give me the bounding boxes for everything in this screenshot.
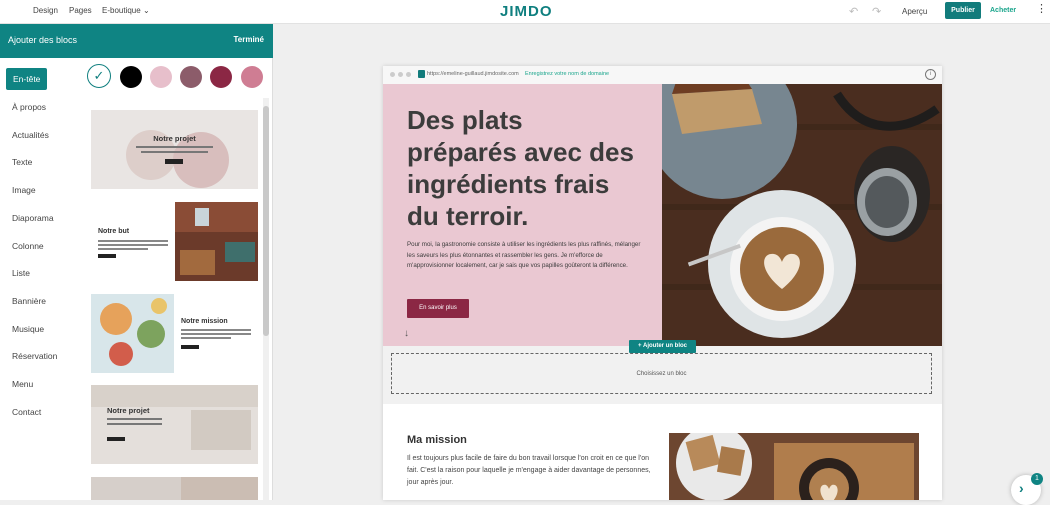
- dishes-photo: [91, 294, 174, 373]
- chevron-down-icon: ⌄: [142, 6, 150, 15]
- thumbnail-title: Notre mission: [181, 318, 228, 325]
- top-bar: Design Pages E-boutique ⌄ JIMDO ↶ ↷ Aper…: [0, 0, 1050, 24]
- register-domain-link[interactable]: Enregistrez votre nom de domaine: [525, 71, 609, 77]
- text-line: [181, 329, 251, 331]
- choose-block-placeholder[interactable]: Choisissez un bloc: [391, 353, 932, 394]
- plus-icon: +: [638, 343, 642, 349]
- food-photo-bg: [91, 110, 258, 189]
- buy-button[interactable]: Acheter: [990, 7, 1016, 14]
- coffee-photo: [662, 84, 942, 346]
- thumbnail-title: Notre but: [98, 228, 130, 235]
- info-icon[interactable]: i: [925, 69, 936, 80]
- text-line: [141, 151, 208, 153]
- category-text[interactable]: Texte: [12, 157, 32, 167]
- thumbnail-button: [165, 159, 183, 164]
- category-news[interactable]: Actualités: [12, 130, 49, 140]
- preview-button[interactable]: Aperçu: [902, 7, 927, 16]
- window-dot: [398, 72, 403, 77]
- publish-button[interactable]: Publier: [945, 2, 981, 19]
- thumbnail-button: [181, 345, 199, 349]
- panel-scrollbar[interactable]: [263, 98, 269, 500]
- swatch-default-selected[interactable]: ✓: [87, 64, 111, 88]
- add-block-button[interactable]: + Ajouter un bloc: [629, 340, 696, 353]
- hero-image[interactable]: [662, 84, 942, 346]
- text-line: [98, 240, 168, 242]
- nav-design[interactable]: Design: [33, 6, 58, 15]
- done-button[interactable]: Terminé: [233, 35, 264, 44]
- redo-icon[interactable]: ↷: [872, 5, 881, 18]
- add-block-label: Ajouter un bloc: [642, 343, 687, 349]
- undo-icon[interactable]: ↶: [849, 5, 858, 18]
- text-line: [107, 418, 162, 420]
- category-column[interactable]: Colonne: [12, 241, 44, 251]
- block-thumbnail-2[interactable]: Notre but: [91, 202, 258, 281]
- empty-block-area: Choisissez un bloc: [383, 346, 942, 404]
- category-list[interactable]: Liste: [12, 268, 30, 278]
- panel-title: Ajouter des blocs: [8, 35, 78, 45]
- block-thumbnail-5[interactable]: [91, 477, 258, 500]
- text-line: [98, 244, 168, 246]
- nav-pages[interactable]: Pages: [69, 6, 92, 15]
- thumbnail-title: Notre projet: [153, 134, 196, 143]
- swatch-pink[interactable]: [150, 66, 172, 88]
- jimdo-logo: JIMDO: [500, 3, 553, 20]
- category-slideshow[interactable]: Diaporama: [12, 213, 54, 223]
- nav-eshop-label: E-boutique: [102, 6, 141, 15]
- swatch-mauve[interactable]: [180, 66, 202, 88]
- thumbnail-title: Notre projet: [107, 406, 150, 415]
- thumbnail-button: [98, 254, 116, 258]
- swatch-black[interactable]: [120, 66, 142, 88]
- add-blocks-panel: Ajouter des blocs Terminé En-tête À prop…: [0, 24, 273, 500]
- category-about[interactable]: À propos: [12, 102, 46, 112]
- arrow-down-icon: ↓: [404, 328, 409, 339]
- site-preview: https://emeline-guillaud.jimdosite.com E…: [383, 66, 942, 500]
- category-image[interactable]: Image: [12, 185, 36, 195]
- hero-text[interactable]: Pour moi, la gastronomie consiste à util…: [407, 240, 647, 272]
- hero-title[interactable]: Des plats préparés avec des ingrédients …: [407, 104, 637, 232]
- site-url: https://emeline-guillaud.jimdosite.com: [427, 71, 519, 77]
- text-line: [181, 333, 251, 335]
- text-line: [181, 337, 231, 339]
- hero-section[interactable]: Des plats préparés avec des ingrédients …: [383, 84, 662, 346]
- category-music[interactable]: Musique: [12, 324, 44, 334]
- block-thumbnail-1[interactable]: Notre projet: [91, 110, 258, 189]
- site-favicon-icon: [418, 70, 425, 78]
- next-chat-button[interactable]: › 1: [1011, 473, 1043, 505]
- mission-text[interactable]: Il est toujours plus facile de faire du …: [407, 453, 655, 489]
- category-banner[interactable]: Bannière: [12, 296, 46, 306]
- photo-bg: [91, 477, 258, 500]
- chevron-right-icon: ›: [1019, 480, 1024, 496]
- learn-more-button[interactable]: En savoir plus: [407, 299, 469, 318]
- mission-title[interactable]: Ma mission: [407, 434, 467, 446]
- checkmark-icon: ✓: [93, 68, 105, 83]
- category-booking[interactable]: Réservation: [12, 351, 57, 361]
- nav-eshop[interactable]: E-boutique ⌄: [102, 6, 150, 15]
- browser-bar: https://emeline-guillaud.jimdosite.com E…: [383, 66, 942, 85]
- swatch-rose[interactable]: [241, 66, 263, 88]
- text-line: [107, 423, 162, 425]
- category-menu[interactable]: Menu: [12, 379, 33, 389]
- window-dot: [390, 72, 395, 77]
- mission-image[interactable]: [669, 433, 919, 500]
- category-header[interactable]: En-tête: [6, 68, 48, 90]
- more-options-icon[interactable]: ⋮: [1036, 4, 1047, 15]
- block-thumbnail-3[interactable]: Notre mission: [91, 294, 258, 373]
- panel-header: Ajouter des blocs Terminé: [0, 24, 273, 58]
- restaurant-photo: [175, 202, 258, 281]
- coffee-cake-photo: [669, 433, 919, 500]
- text-line: [98, 248, 148, 250]
- window-dot: [406, 72, 411, 77]
- text-line: [136, 146, 213, 148]
- scrollbar-thumb[interactable]: [263, 106, 269, 336]
- notification-badge: 1: [1031, 473, 1043, 485]
- thumbnail-button: [107, 437, 125, 441]
- category-contact[interactable]: Contact: [12, 407, 41, 417]
- block-thumbnail-4[interactable]: Notre projet: [91, 385, 258, 464]
- swatch-burgundy[interactable]: [210, 66, 232, 88]
